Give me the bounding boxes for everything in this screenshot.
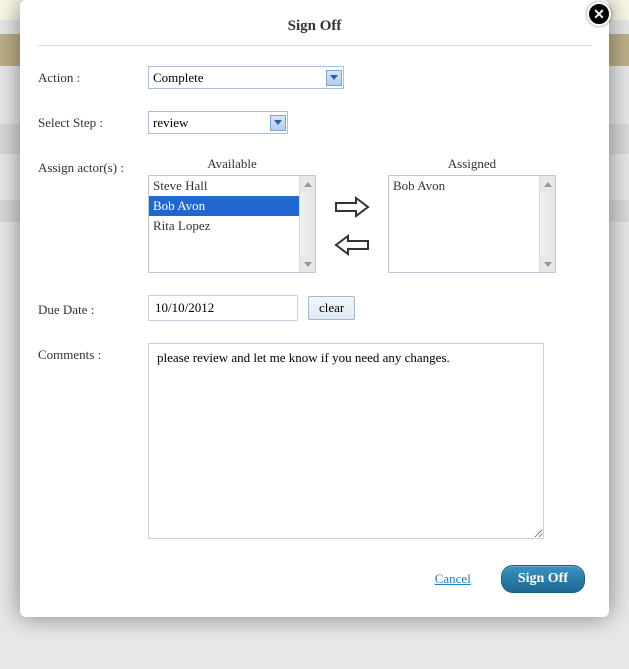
close-button[interactable]: ✕ — [587, 2, 611, 26]
list-item[interactable]: Rita Lopez — [149, 216, 299, 236]
list-item[interactable]: Bob Avon — [389, 176, 539, 196]
modal-title: Sign Off — [38, 0, 591, 45]
available-actors-list[interactable]: Steve HallBob AvonRita Lopez — [148, 175, 316, 273]
assigned-header: Assigned — [388, 156, 556, 172]
scrollbar[interactable] — [299, 176, 315, 272]
scrollbar[interactable] — [539, 176, 555, 272]
assigned-actors-list[interactable]: Bob Avon — [388, 175, 556, 273]
list-item[interactable]: Steve Hall — [149, 176, 299, 196]
step-label: Select Step : — [38, 111, 148, 131]
comments-textarea[interactable] — [148, 343, 544, 539]
sign-off-modal: ✕ Sign Off Action : Complete Select Step… — [20, 0, 609, 617]
list-item[interactable]: Bob Avon — [149, 196, 299, 216]
available-header: Available — [148, 156, 316, 172]
action-label: Action : — [38, 66, 148, 86]
comments-label: Comments : — [38, 343, 148, 363]
assign-actors-label: Assign actor(s) : — [38, 156, 148, 176]
divider — [38, 45, 591, 46]
step-select[interactable]: review — [148, 111, 288, 134]
clear-button[interactable]: clear — [308, 296, 355, 320]
unassign-arrow-left-icon[interactable] — [334, 233, 370, 257]
due-date-input[interactable] — [148, 295, 298, 321]
action-select[interactable]: Complete — [148, 66, 344, 89]
assign-arrow-right-icon[interactable] — [334, 195, 370, 219]
due-date-label: Due Date : — [38, 298, 148, 318]
sign-off-button[interactable]: Sign Off — [501, 565, 585, 593]
cancel-button[interactable]: Cancel — [435, 571, 471, 587]
